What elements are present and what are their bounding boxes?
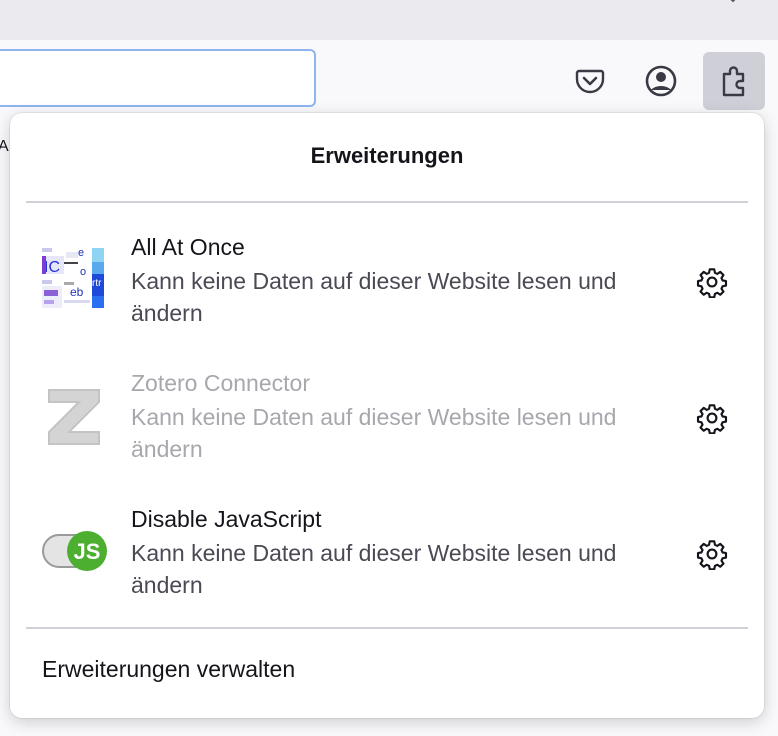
panel-title: Erweiterungen <box>310 143 464 168</box>
svg-text:IC: IC <box>44 259 60 276</box>
extension-permission-text: Kann keine Daten auf dieser Website lese… <box>131 540 617 598</box>
js-toggle-icon: JS <box>42 531 107 571</box>
extension-permission-text: Kann keine Daten auf dieser Website lese… <box>131 268 617 326</box>
manage-extensions-button[interactable]: Erweiterungen verwalten <box>42 656 295 683</box>
extensions-panel: Erweiterungen IC e o rtr eb All At Once … <box>10 113 764 718</box>
divider <box>26 627 748 629</box>
gear-icon[interactable] <box>694 400 730 436</box>
extension-item-zotero-connector[interactable]: Zotero Connector Kann keine Daten auf di… <box>10 370 764 480</box>
gear-icon[interactable] <box>694 264 730 300</box>
extension-permission-text: Kann keine Daten auf dieser Website lese… <box>131 404 617 462</box>
extension-name: All At Once <box>131 234 245 260</box>
settings-gear-glyph <box>696 540 728 570</box>
tab-strip <box>0 0 778 40</box>
chevron-down-icon[interactable] <box>726 0 740 4</box>
extensions-button[interactable] <box>703 52 765 110</box>
svg-text:JS: JS <box>74 539 101 564</box>
svg-text:eb: eb <box>70 285 84 299</box>
bookmark-item[interactable]: A <box>0 138 9 156</box>
all-at-once-icon: IC e o rtr eb <box>40 242 108 312</box>
settings-gear-glyph <box>696 268 728 298</box>
svg-text:e: e <box>78 247 84 259</box>
account-button[interactable] <box>630 52 692 110</box>
zotero-z-icon <box>48 389 100 445</box>
pocket-button[interactable] <box>559 52 621 110</box>
extension-name: Zotero Connector <box>131 370 310 396</box>
account-icon <box>645 65 677 97</box>
extension-item-all-at-once[interactable]: IC e o rtr eb All At Once Kann keine Dat… <box>10 234 764 344</box>
extension-item-disable-javascript[interactable]: JS Disable JavaScript Kann keine Daten a… <box>10 506 764 616</box>
extension-name: Disable JavaScript <box>131 506 322 532</box>
svg-text:rtr: rtr <box>92 278 102 289</box>
gear-icon[interactable] <box>694 536 730 572</box>
settings-gear-glyph <box>696 404 728 434</box>
divider <box>26 201 748 203</box>
url-bar[interactable] <box>0 49 316 107</box>
svg-text:o: o <box>80 266 86 278</box>
pocket-icon <box>575 69 605 94</box>
puzzle-piece-icon <box>722 66 745 97</box>
